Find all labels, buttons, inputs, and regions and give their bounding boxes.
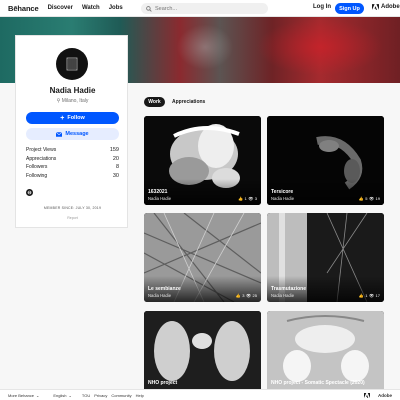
project-stats: 👍 5 👁 19 bbox=[359, 196, 380, 201]
views-count: 17 bbox=[375, 293, 380, 298]
stat-row-followers[interactable]: Followers 8 bbox=[26, 163, 119, 172]
message-label: Message bbox=[65, 131, 89, 137]
search-icon bbox=[146, 5, 152, 12]
footer-language[interactable]: English bbox=[53, 393, 66, 398]
adobe-label: Adobe bbox=[381, 4, 400, 10]
project-thumbnail bbox=[267, 311, 384, 389]
thumbs-up-icon: 👍 bbox=[235, 293, 241, 298]
search-bar[interactable] bbox=[141, 3, 268, 14]
likes-count: 1 bbox=[244, 196, 247, 201]
project-owner[interactable]: Nadia Hadie bbox=[148, 293, 171, 298]
top-navigation: Bēhance Discover Watch Jobs Log In Sign … bbox=[0, 0, 400, 17]
project-card[interactable]: 1632021 Nadia Hadie 👍 1 👁 3 bbox=[144, 116, 261, 205]
project-title: NHO project - Somatic Spectacle (2020) bbox=[271, 380, 365, 386]
thumbs-up-icon: 👍 bbox=[237, 196, 243, 201]
chevron-down-icon: ⌄ bbox=[36, 392, 40, 398]
eye-icon: 👁 bbox=[368, 293, 375, 298]
stat-label: Followers bbox=[26, 164, 48, 171]
project-stats: 👍 1 👁 17 bbox=[359, 293, 380, 298]
envelope-icon bbox=[56, 131, 63, 137]
avatar[interactable] bbox=[56, 48, 88, 80]
footer-link-privacy[interactable]: Privacy bbox=[94, 393, 107, 398]
project-card[interactable]: Trasmutazione Nadia Hadie 👍 1 👁 17 bbox=[267, 213, 384, 302]
views-count: 19 bbox=[375, 196, 380, 201]
follow-button[interactable]: + Follow bbox=[26, 112, 119, 124]
footer-link-community[interactable]: Community bbox=[111, 393, 131, 398]
login-link[interactable]: Log In bbox=[313, 4, 331, 10]
signup-button[interactable]: Sign Up bbox=[335, 3, 364, 14]
eye-icon: 👁 bbox=[248, 196, 254, 201]
project-card[interactable]: NHO project bbox=[144, 311, 261, 389]
member-since: MEMBER SINCE: JULY 30, 2019 bbox=[43, 206, 102, 210]
stat-label: Project Views bbox=[26, 147, 57, 154]
project-owner[interactable]: Nadia Hadie bbox=[271, 293, 294, 298]
eye-icon: 👁 bbox=[368, 196, 375, 201]
location-pin-icon: ⚲ bbox=[56, 98, 61, 104]
stat-label: Appreciations bbox=[26, 155, 57, 162]
project-card[interactable]: Le sembianze Nadia Hadie 👍 3 👁 25 bbox=[144, 213, 261, 302]
project-card[interactable]: Tersicore Nadia Hadie 👍 5 👁 19 bbox=[267, 116, 384, 205]
eye-icon: 👁 bbox=[245, 293, 252, 298]
location-text: Milano, Italy bbox=[61, 98, 89, 104]
profile-card: Nadia Hadie ⚲ Milano, Italy + Follow Mes… bbox=[15, 35, 128, 228]
thumbs-up-icon: 👍 bbox=[358, 196, 364, 201]
social-glyph-icon bbox=[27, 190, 32, 195]
message-button[interactable]: Message bbox=[26, 128, 119, 140]
nav-jobs[interactable]: Jobs bbox=[109, 5, 123, 11]
stat-label: Following bbox=[26, 172, 48, 179]
views-count: 3 bbox=[254, 196, 257, 201]
social-link-icon[interactable] bbox=[26, 189, 33, 196]
plus-icon: + bbox=[60, 114, 65, 122]
footer: More Behance ⌄ English ⌄ TOU Privacy Com… bbox=[0, 389, 400, 400]
stat-value: 30 bbox=[112, 172, 119, 179]
footer-link-tou[interactable]: TOU bbox=[82, 393, 90, 398]
search-input[interactable] bbox=[155, 5, 255, 12]
tab-work[interactable]: Work bbox=[144, 97, 165, 107]
profile-location: ⚲ Milano, Italy bbox=[16, 98, 129, 104]
likes-count: 1 bbox=[365, 293, 368, 298]
stat-row-views: Project Views 159 bbox=[26, 146, 119, 155]
thumbs-up-icon: 👍 bbox=[358, 293, 364, 298]
adobe-label: Adobe bbox=[378, 393, 392, 398]
project-card[interactable]: NHO project - Somatic Spectacle (2020) bbox=[267, 311, 384, 389]
project-owner[interactable]: Nadia Hadie bbox=[271, 196, 294, 201]
report-link[interactable]: Report bbox=[16, 216, 129, 220]
likes-count: 3 bbox=[242, 293, 245, 298]
profile-stats: Project Views 159 Appreciations 20 Followe… bbox=[26, 146, 119, 180]
footer-adobe-link[interactable]: Adobe bbox=[364, 393, 392, 398]
chevron-down-icon: ⌄ bbox=[68, 392, 72, 398]
adobe-icon bbox=[364, 393, 370, 398]
nav-watch[interactable]: Watch bbox=[82, 5, 100, 11]
project-thumbnail bbox=[144, 311, 261, 389]
adobe-link[interactable]: Adobe bbox=[372, 4, 400, 10]
project-title: Trasmutazione bbox=[271, 286, 307, 292]
project-owner[interactable]: Nadia Hadie bbox=[148, 196, 171, 201]
likes-count: 5 bbox=[365, 196, 368, 201]
nav-discover[interactable]: Discover bbox=[48, 5, 73, 11]
project-title: Le sembianze bbox=[148, 286, 181, 292]
views-count: 25 bbox=[252, 293, 257, 298]
profile-name: Nadia Hadie bbox=[49, 86, 96, 95]
follow-label: Follow bbox=[67, 115, 85, 121]
footer-more-behance[interactable]: More Behance bbox=[8, 393, 34, 398]
stat-row-appreciations: Appreciations 20 bbox=[26, 155, 119, 164]
stat-value: 20 bbox=[112, 155, 119, 162]
project-title: NHO project bbox=[148, 380, 178, 386]
behance-logo[interactable]: Bēhance bbox=[8, 4, 39, 13]
project-stats: 👍 1 👁 3 bbox=[238, 196, 257, 201]
tab-appreciations[interactable]: Appreciations bbox=[172, 99, 205, 105]
stat-value: 159 bbox=[109, 147, 119, 154]
project-title: 1632021 bbox=[148, 189, 168, 195]
footer-link-help[interactable]: Help bbox=[136, 393, 144, 398]
adobe-icon bbox=[372, 4, 379, 10]
stat-row-following[interactable]: Following 30 bbox=[26, 172, 119, 181]
project-title: Tersicore bbox=[271, 189, 294, 195]
project-stats: 👍 3 👁 25 bbox=[236, 293, 257, 298]
avatar-image bbox=[66, 57, 78, 71]
stat-value: 8 bbox=[115, 164, 119, 171]
